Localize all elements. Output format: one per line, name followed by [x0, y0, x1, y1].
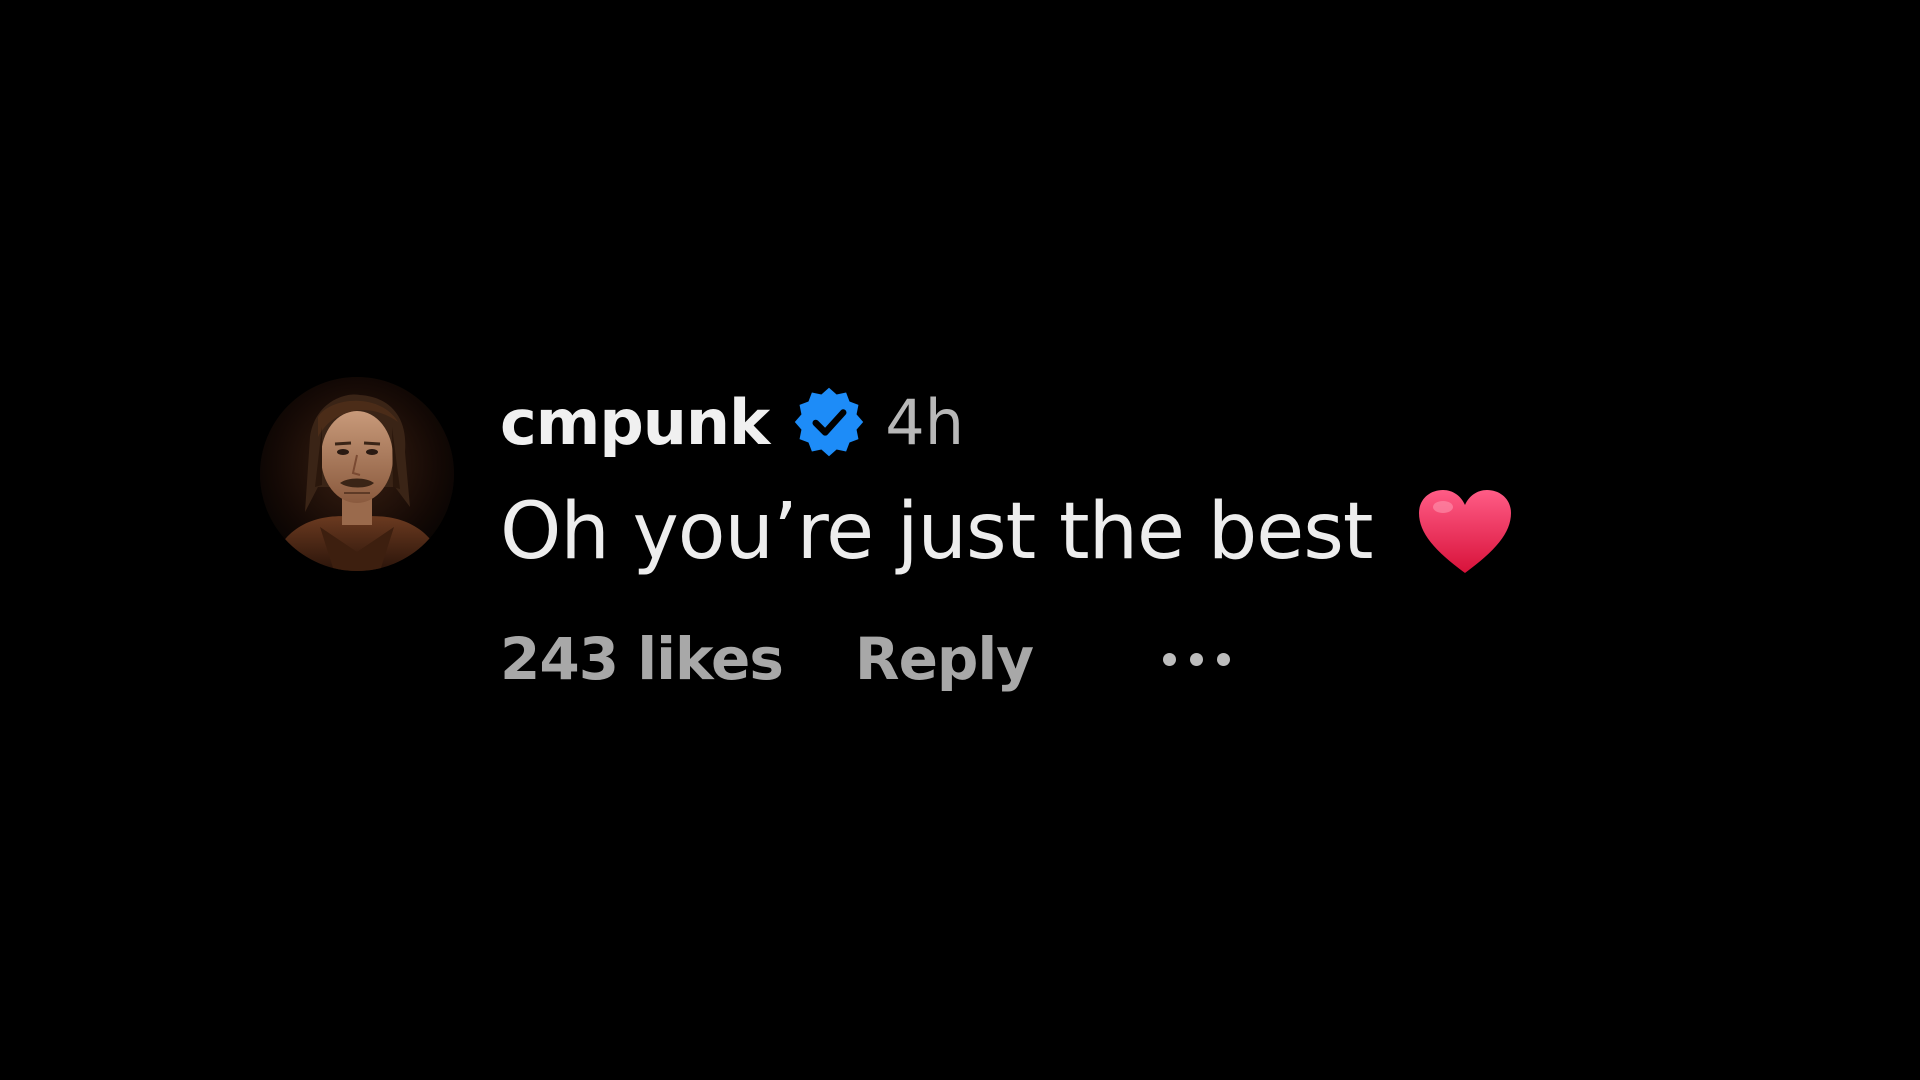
comment: cmpunk 4h Oh you’re just the best 243 li… [260, 372, 1660, 752]
avatar-image [260, 377, 454, 571]
more-options-icon[interactable] [1163, 644, 1231, 674]
likes-count-button[interactable]: 243 likes [500, 625, 784, 693]
more-dot [1217, 652, 1231, 666]
comment-content: cmpunk 4h Oh you’re just the best 243 li… [500, 372, 1515, 704]
comment-text: Oh you’re just the best [500, 487, 1374, 577]
verified-badge-icon [791, 384, 867, 460]
timestamp: 4h [885, 385, 964, 459]
red-heart-icon [1415, 487, 1515, 577]
comment-header: cmpunk 4h [500, 372, 1515, 472]
more-dot [1190, 652, 1204, 666]
comment-actions: 243 likes Reply [500, 614, 1515, 704]
comment-body: Oh you’re just the best [500, 480, 1515, 584]
username-link[interactable]: cmpunk [500, 386, 770, 459]
reply-button[interactable]: Reply [855, 625, 1034, 693]
more-dot [1163, 652, 1177, 666]
avatar[interactable] [260, 377, 454, 571]
